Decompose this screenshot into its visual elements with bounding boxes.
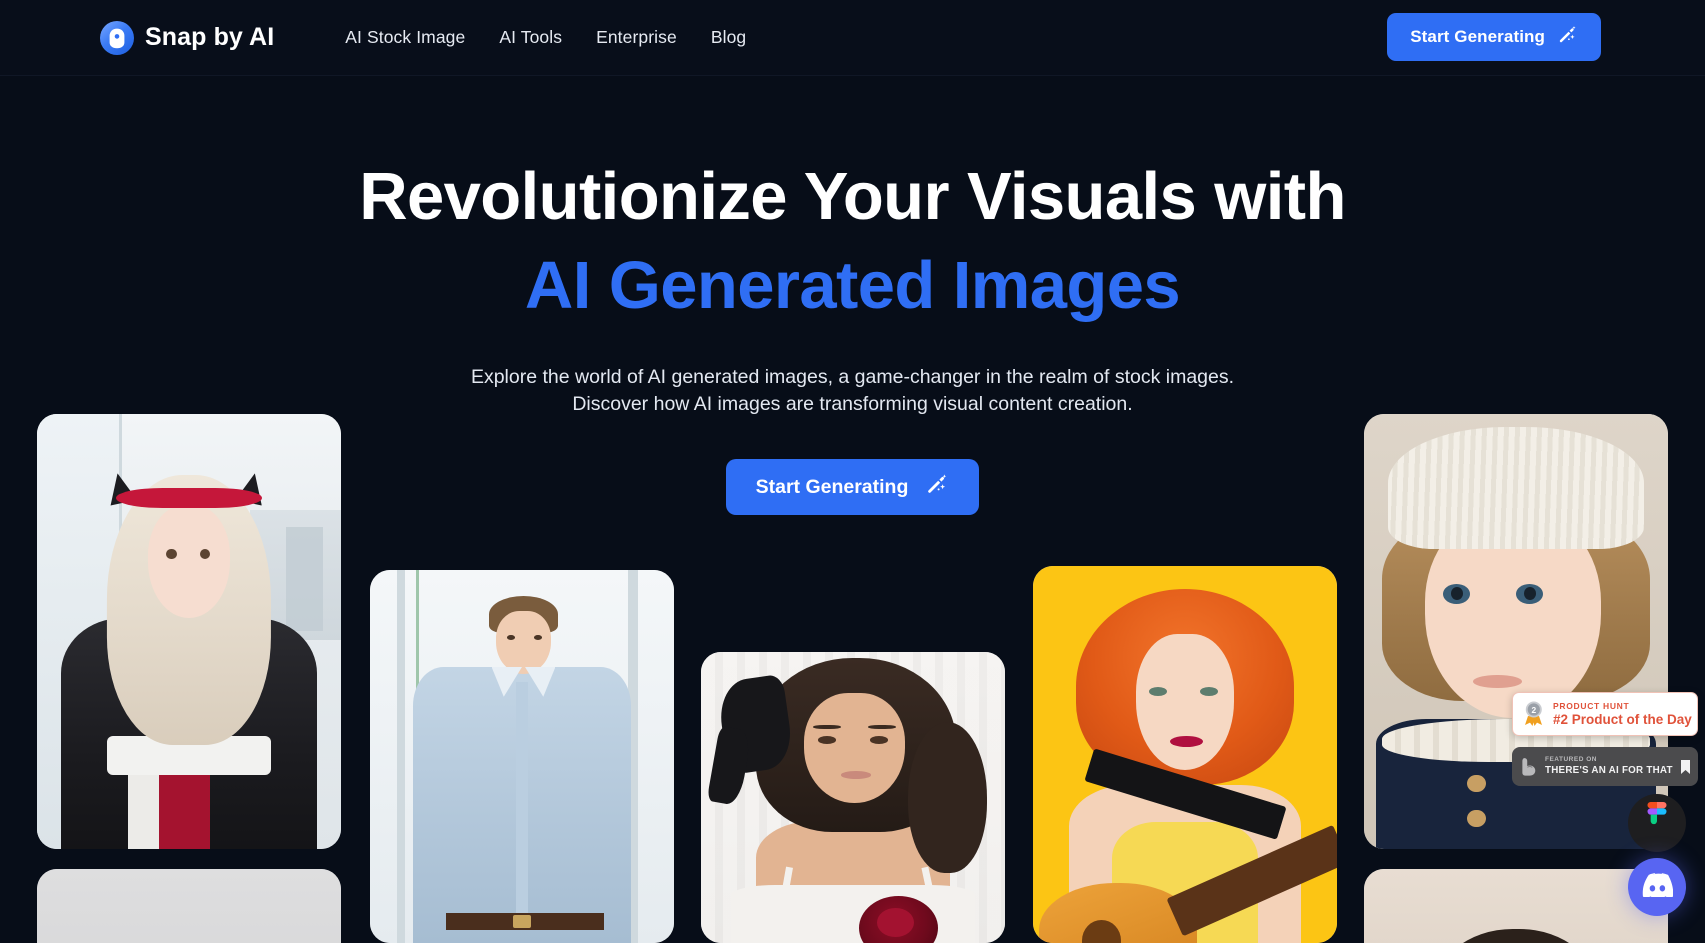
- taft-kicker: FEATURED ON: [1545, 755, 1597, 763]
- flexed-bicep-icon: [1520, 756, 1539, 777]
- gallery-card-girl-with-rose-art: [701, 652, 1005, 943]
- svg-text:2: 2: [1531, 705, 1536, 715]
- gallery-card-placeholder-art: [37, 869, 341, 943]
- nav-blog[interactable]: Blog: [694, 19, 763, 56]
- figma-button[interactable]: [1628, 794, 1686, 852]
- header-cta-label: Start Generating: [1410, 27, 1545, 46]
- figma-icon: [1644, 801, 1670, 845]
- product-hunt-badge[interactable]: 2 PRODUCT HUNT #2 Product of the Day: [1512, 692, 1698, 736]
- product-hunt-badge-text: PRODUCT HUNT #2 Product of the Day: [1553, 700, 1692, 727]
- magic-wand-icon: [1557, 24, 1578, 50]
- gallery-card-redhead-guitarist-art: [1033, 566, 1337, 943]
- product-hunt-kicker: PRODUCT HUNT: [1553, 700, 1630, 711]
- nav-ai-tools[interactable]: AI Tools: [482, 19, 579, 56]
- gallery-card-man-blue-shirt[interactable]: [370, 570, 674, 943]
- hero-subtitle-line1: Explore the world of AI generated images…: [470, 366, 1235, 388]
- taft-title: THERE'S AN AI FOR THAT: [1545, 765, 1673, 777]
- product-hunt-medal-icon: 2: [1522, 700, 1546, 728]
- header-start-generating-button[interactable]: Start Generating: [1387, 13, 1601, 61]
- discord-button[interactable]: [1628, 858, 1686, 916]
- hero-title-line1: Revolutionize Your Visuals with: [359, 159, 1346, 234]
- page-title: Revolutionize Your Visuals with AI Gener…: [0, 152, 1705, 330]
- gallery-card-man-blue-shirt-art: [370, 570, 674, 943]
- product-hunt-title: #2 Product of the Day: [1553, 712, 1692, 727]
- brand-logo[interactable]: Snap by AI: [100, 20, 275, 55]
- brand-name: Snap by AI: [145, 23, 275, 51]
- site-header: Snap by AI AI Stock Image AI Tools Enter…: [0, 0, 1705, 76]
- snap-logo-icon: [100, 20, 134, 55]
- gallery-card-girl-with-rose[interactable]: [701, 652, 1005, 943]
- bookmark-icon: [1681, 759, 1690, 774]
- gallery-card-anime-cosplay[interactable]: [37, 414, 341, 849]
- discord-icon: [1641, 872, 1674, 902]
- nav-enterprise[interactable]: Enterprise: [579, 19, 694, 56]
- hero-cta-label: Start Generating: [755, 475, 909, 498]
- theres-an-ai-for-that-badge[interactable]: FEATURED ON THERE'S AN AI FOR THAT: [1512, 747, 1698, 786]
- gallery-card-partial-bottom[interactable]: [1364, 869, 1668, 943]
- hero-subtitle-line2: Discover how AI images are transforming …: [572, 392, 1133, 415]
- hero-title-line2: AI Generated Images: [524, 248, 1181, 323]
- magic-wand-icon: [925, 472, 949, 502]
- main-nav: AI Stock Image AI Tools Enterprise Blog: [328, 19, 763, 56]
- gallery-card-redhead-guitarist[interactable]: [1033, 566, 1337, 943]
- hero-start-generating-button[interactable]: Start Generating: [725, 459, 980, 515]
- nav-ai-stock-image[interactable]: AI Stock Image: [328, 19, 482, 56]
- hero-subtitle: Explore the world of AI generated images…: [0, 364, 1705, 417]
- gallery-card-anime-cosplay-art: [37, 414, 341, 849]
- gallery-card-partial-bottom-art: [1364, 869, 1668, 943]
- theres-an-ai-for-that-text: FEATURED ON THERE'S AN AI FOR THAT: [1545, 755, 1675, 777]
- gallery-card-placeholder[interactable]: [37, 869, 341, 943]
